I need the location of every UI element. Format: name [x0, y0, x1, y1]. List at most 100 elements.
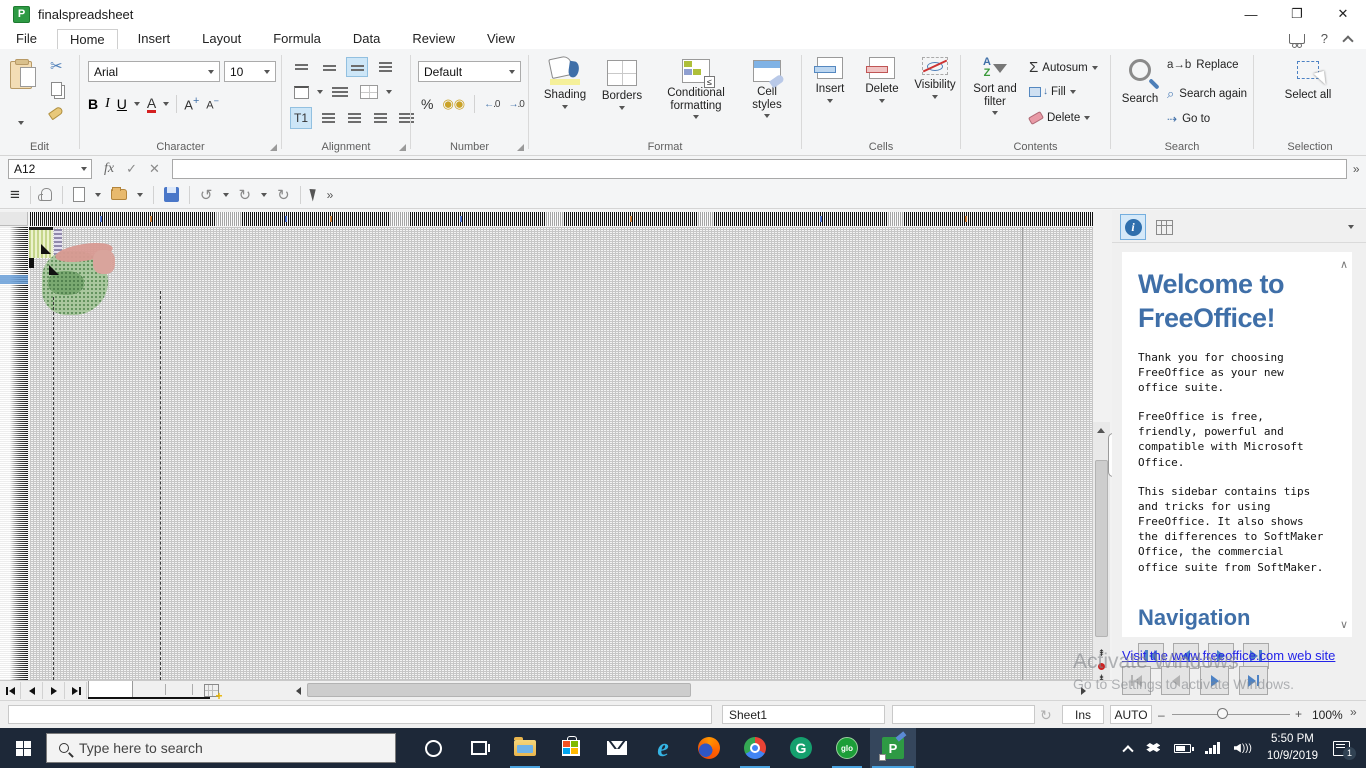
taskbar-search-box[interactable]: Type here to search: [46, 733, 396, 763]
align-top-button[interactable]: [290, 57, 312, 77]
fill-button[interactable]: Fill: [1029, 86, 1076, 98]
task-view-button[interactable]: [456, 728, 502, 768]
open-document-caret[interactable]: [137, 193, 143, 197]
open-document-icon[interactable]: [111, 189, 127, 200]
bold-button[interactable]: B: [88, 96, 98, 112]
cell-reference-box[interactable]: A12: [8, 159, 92, 179]
help-button[interactable]: ?: [1321, 31, 1328, 46]
format-painter-button[interactable]: [49, 109, 63, 117]
menu-view[interactable]: View: [475, 29, 527, 48]
currency-format-button[interactable]: ◉◉: [442, 96, 465, 112]
conditional-formatting-button[interactable]: Conditional formatting: [653, 57, 739, 119]
select-all-corner[interactable]: [0, 212, 28, 226]
taskbar-clock[interactable]: 5:50 PM 10/9/2019: [1267, 731, 1318, 764]
menu-insert[interactable]: Insert: [126, 29, 183, 48]
sidebar-styles-tab[interactable]: [1152, 215, 1176, 239]
restore-button[interactable]: ❐: [1274, 0, 1320, 28]
column-headers[interactable]: [30, 212, 1093, 226]
tray-show-hidden-icon[interactable]: [1124, 744, 1132, 752]
zoom-slider-track[interactable]: [1172, 714, 1290, 715]
cell-grid[interactable]: [30, 227, 1093, 680]
zoom-percentage[interactable]: 100%: [1312, 708, 1343, 722]
borders-button[interactable]: Borders: [595, 57, 649, 110]
close-button[interactable]: ✕: [1320, 0, 1366, 28]
merge-cells-caret[interactable]: [386, 90, 392, 94]
action-center-button[interactable]: 1: [1333, 741, 1350, 756]
alignment-dialog-launcher[interactable]: [399, 144, 406, 151]
hscroll-left-arrow[interactable]: [292, 682, 305, 699]
delete-contents-button[interactable]: Delete: [1029, 112, 1090, 124]
mail-button[interactable]: [594, 728, 640, 768]
search-button[interactable]: Search: [1117, 59, 1163, 106]
touch-mode-icon[interactable]: [41, 188, 52, 201]
new-document-icon[interactable]: [73, 187, 85, 202]
copy-button[interactable]: [51, 82, 62, 96]
save-icon[interactable]: [164, 187, 179, 202]
shop-cart-icon[interactable]: [1289, 34, 1305, 44]
align-middle-button[interactable]: [318, 57, 340, 77]
previous-sheet-button[interactable]: [22, 682, 43, 699]
active-sheet-tab[interactable]: [88, 681, 133, 697]
vertical-text-button[interactable]: T1: [290, 107, 312, 129]
number-format-select[interactable]: Default: [418, 61, 521, 82]
align-justify-v-button[interactable]: [374, 57, 396, 77]
italic-button[interactable]: I: [105, 96, 110, 112]
sidebar-info-tab[interactable]: i: [1120, 214, 1146, 240]
quickbar-more-button[interactable]: »: [327, 188, 334, 202]
menu-home[interactable]: Home: [57, 29, 118, 49]
number-dialog-launcher[interactable]: [517, 144, 524, 151]
status-sheet-field[interactable]: Sheet1: [722, 705, 885, 724]
horizontal-scroll-thumb[interactable]: [307, 683, 691, 697]
insert-cells-button[interactable]: Insert: [806, 57, 854, 103]
underline-caret[interactable]: [134, 102, 140, 106]
panel-scroll-down-icon[interactable]: ∨: [1340, 618, 1348, 631]
menu-formula[interactable]: Formula: [261, 29, 333, 48]
formula-input[interactable]: [172, 159, 1347, 179]
align-left-button[interactable]: [318, 108, 338, 128]
font-name-select[interactable]: Arial: [88, 61, 220, 82]
undo-icon[interactable]: ↺: [200, 186, 213, 204]
redo-caret[interactable]: [261, 193, 267, 197]
font-color-button[interactable]: A: [147, 96, 156, 113]
align-center-button[interactable]: [344, 108, 364, 128]
zoom-in-button[interactable]: +: [1295, 707, 1302, 721]
hamburger-menu-icon[interactable]: ≡: [10, 185, 20, 205]
zoom-slider-knob[interactable]: [1217, 708, 1228, 719]
menu-file[interactable]: File: [4, 29, 49, 48]
firefox-button[interactable]: [686, 728, 732, 768]
underline-button[interactable]: U: [117, 96, 127, 112]
redo-icon[interactable]: ↻: [239, 186, 252, 204]
merge-cells-button[interactable]: [357, 82, 381, 102]
insert-function-button[interactable]: fx: [104, 161, 114, 177]
wrap-text-button[interactable]: [328, 82, 352, 102]
cut-button[interactable]: ✂: [50, 57, 63, 75]
formula-bar-more-button[interactable]: »: [1353, 162, 1360, 176]
align-bottom-button[interactable]: [346, 57, 368, 77]
delete-cells-button[interactable]: Delete: [858, 57, 906, 103]
object-mode-icon[interactable]: [309, 187, 318, 201]
select-all-button[interactable]: Select all: [1282, 61, 1334, 102]
glo-button[interactable]: glo: [824, 728, 870, 768]
last-sheet-button[interactable]: [66, 682, 87, 699]
panel-scroll-up-icon[interactable]: ∧: [1340, 258, 1348, 271]
minimize-button[interactable]: —: [1228, 0, 1274, 28]
file-explorer-button[interactable]: [502, 728, 548, 768]
volume-icon[interactable]: ))): [1234, 743, 1252, 754]
add-decimal-button[interactable]: ←.0: [484, 99, 499, 110]
status-more-button[interactable]: »: [1350, 705, 1357, 719]
vertical-scroll-thumb[interactable]: [1095, 460, 1108, 637]
menu-data[interactable]: Data: [341, 29, 392, 48]
grow-font-button[interactable]: A+: [184, 95, 199, 112]
first-sheet-button[interactable]: [0, 682, 21, 699]
paste-dropdown-caret[interactable]: [18, 121, 24, 125]
horizontal-scrollbar[interactable]: [305, 681, 1075, 700]
percent-format-button[interactable]: %: [421, 96, 433, 112]
cancel-entry-button[interactable]: ✕: [149, 161, 160, 177]
cell-styles-button[interactable]: Cell styles: [741, 57, 793, 118]
insert-mode-indicator[interactable]: Ins: [1062, 705, 1104, 724]
next-sheet-button[interactable]: [44, 682, 65, 699]
border-box-caret[interactable]: [317, 90, 323, 94]
border-box-button[interactable]: [290, 82, 312, 102]
font-size-select[interactable]: 10: [224, 61, 276, 82]
menu-review[interactable]: Review: [400, 29, 467, 48]
